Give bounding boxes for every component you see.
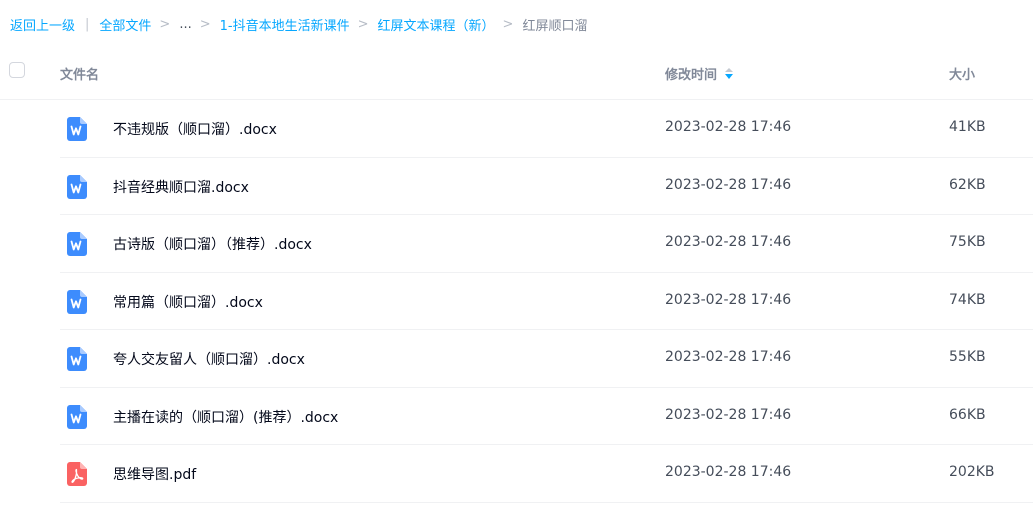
file-size: 202KB	[949, 464, 995, 480]
file-row[interactable]: 古诗版（顺口溜）（推荐）.docx 2023-02-28 17:46 75KB	[60, 215, 1033, 273]
column-header-time[interactable]: 修改时间	[665, 64, 734, 83]
breadcrumb-divider: |	[85, 16, 90, 32]
file-row[interactable]: 不违规版（顺口溜）.docx 2023-02-28 17:46 41KB	[60, 100, 1033, 158]
file-size: 41KB	[949, 119, 986, 135]
chevron-right-icon: >	[199, 16, 211, 32]
file-modified-time: 2023-02-28 17:46	[665, 176, 792, 193]
file-size: 66KB	[949, 406, 986, 423]
file-name[interactable]: 思维导图.pdf	[113, 464, 196, 484]
file-name[interactable]: 不违规版（顺口溜）.docx	[113, 119, 277, 139]
file-name[interactable]: 主播在读的（顺口溜）(推荐）.docx	[113, 407, 338, 427]
file-list-header: 文件名 修改时间 大小	[0, 44, 1033, 100]
sort-icon[interactable]	[725, 68, 734, 79]
column-header-size[interactable]: 大小	[949, 64, 975, 83]
file-row[interactable]: 常用篇（顺口溜）.docx 2023-02-28 17:46 74KB	[60, 273, 1033, 330]
pdf-icon	[67, 462, 87, 486]
chevron-right-icon: >	[502, 16, 514, 32]
file-modified-time: 2023-02-28 17:46	[665, 406, 792, 423]
word-doc-icon	[67, 404, 87, 429]
file-row[interactable]: 抖音经典顺口溜.docx 2023-02-28 17:46 62KB	[60, 158, 1033, 215]
file-name[interactable]: 古诗版（顺口溜）（推荐）.docx	[113, 234, 312, 254]
file-size: 74KB	[949, 291, 986, 308]
select-all-checkbox[interactable]	[9, 62, 25, 78]
breadcrumb-ellipsis[interactable]: ...	[179, 17, 191, 32]
chevron-right-icon: >	[159, 16, 171, 32]
file-modified-time: 2023-02-28 17:46	[665, 291, 792, 308]
file-row[interactable]: 主播在读的（顺口溜）(推荐）.docx 2023-02-28 17:46 66K…	[60, 388, 1033, 445]
word-doc-icon	[67, 232, 87, 256]
back-link[interactable]: 返回上一级	[10, 15, 75, 34]
chevron-right-icon: >	[357, 16, 369, 32]
file-list: 不违规版（顺口溜）.docx 2023-02-28 17:46 41KB 抖音经…	[0, 100, 1033, 503]
word-doc-icon	[67, 347, 87, 371]
file-size: 62KB	[949, 176, 986, 193]
word-doc-icon	[67, 174, 87, 199]
word-doc-icon	[67, 117, 87, 141]
word-doc-icon	[67, 289, 87, 314]
file-size: 75KB	[949, 234, 986, 250]
file-modified-time: 2023-02-28 17:46	[665, 464, 792, 480]
breadcrumb-path-2[interactable]: 红屏文本课程（新）	[378, 15, 495, 34]
breadcrumb-all-files[interactable]: 全部文件	[99, 15, 151, 34]
column-header-time-label: 修改时间	[665, 68, 718, 83]
file-row[interactable]: 夸人交友留人（顺口溜）.docx 2023-02-28 17:46 55KB	[60, 330, 1033, 388]
file-modified-time: 2023-02-28 17:46	[665, 349, 792, 365]
breadcrumb: 返回上一级 | 全部文件 > ... > 1-抖音本地生活新课件 > 红屏文本课…	[10, 15, 588, 34]
file-name[interactable]: 常用篇（顺口溜）.docx	[113, 292, 263, 312]
file-modified-time: 2023-02-28 17:46	[665, 119, 792, 135]
file-name[interactable]: 抖音经典顺口溜.docx	[113, 177, 249, 197]
column-header-name[interactable]: 文件名	[60, 64, 99, 83]
file-name[interactable]: 夸人交友留人（顺口溜）.docx	[113, 349, 305, 369]
file-size: 55KB	[949, 349, 986, 365]
breadcrumb-path-1[interactable]: 1-抖音本地生活新课件	[220, 15, 350, 34]
file-row[interactable]: 思维导图.pdf 2023-02-28 17:46 202KB	[60, 445, 1033, 503]
breadcrumb-current: 红屏顺口溜	[522, 18, 588, 34]
file-modified-time: 2023-02-28 17:46	[665, 234, 792, 250]
